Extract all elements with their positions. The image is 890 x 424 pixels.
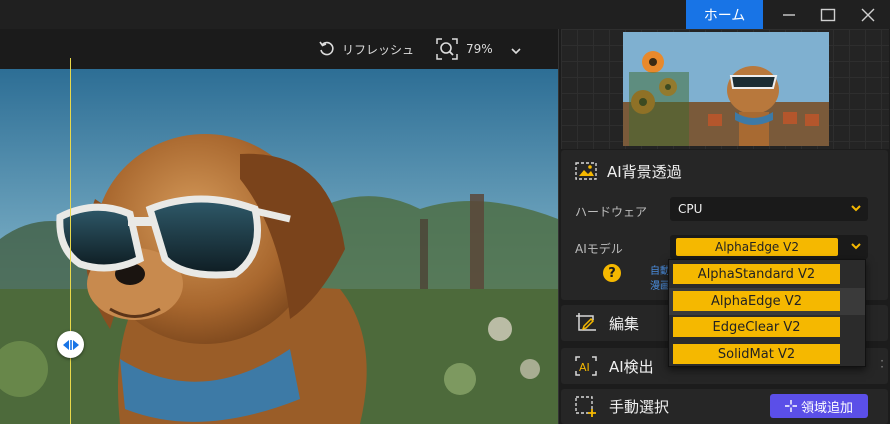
refresh-button[interactable]: リフレッシュ — [318, 35, 414, 63]
compare-handle[interactable] — [57, 331, 84, 358]
zoom-value: 79% — [466, 42, 493, 56]
svg-text:AI: AI — [579, 361, 590, 374]
add-region-label: 領域追加 — [800, 400, 853, 416]
crosshair-icon — [784, 400, 797, 412]
ai-model-label: AIモデル — [575, 242, 623, 256]
model-option-alphastandard[interactable]: AlphaStandard V2 — [673, 264, 840, 284]
ai-background-header[interactable]: AI背景透過 — [575, 158, 682, 184]
model-option-edgeclear[interactable]: EdgeClear V2 — [673, 317, 840, 337]
hardware-value: CPU — [678, 202, 703, 216]
manual-select-section-header[interactable]: 手動選択 領域追加 — [561, 389, 888, 424]
model-hint-line1[interactable]: 自動 — [650, 262, 670, 277]
chevron-down-icon — [851, 205, 861, 212]
edit-label: 編集 — [609, 314, 640, 333]
model-hint-line2[interactable]: 漫画 — [650, 277, 670, 292]
split-arrows-icon — [62, 339, 79, 350]
hardware-label: ハードウェア — [575, 205, 648, 219]
refresh-label: リフレッシュ — [342, 42, 415, 57]
zoom-icon — [436, 38, 458, 60]
zoom-control[interactable]: 79% — [436, 35, 493, 63]
model-option-alphaedge[interactable]: AlphaEdge V2 — [673, 291, 840, 311]
ai-model-value: AlphaEdge V2 — [676, 238, 838, 256]
canvas-toolbar: リフレッシュ 79% — [0, 29, 558, 69]
preview-area — [561, 29, 889, 149]
edit-icon — [576, 313, 596, 331]
add-region-button[interactable]: 領域追加 — [770, 394, 868, 418]
compare-split-line[interactable] — [70, 58, 71, 424]
minimize-icon[interactable] — [769, 0, 809, 29]
ai-detect-icon: AI — [575, 356, 597, 376]
dog-photo — [0, 69, 558, 424]
ai-image-icon — [575, 162, 597, 180]
chevron-down-icon — [851, 243, 861, 250]
image-canvas[interactable] — [0, 69, 558, 424]
ai-model-dropdown: AlphaStandard V2 AlphaEdge V2 EdgeClear … — [668, 259, 866, 367]
chevron-down-icon[interactable] — [510, 41, 522, 60]
close-icon[interactable] — [848, 0, 888, 29]
hardware-select[interactable]: CPU — [670, 197, 868, 221]
ai-model-select[interactable]: AlphaEdge V2 — [670, 235, 868, 259]
ai-detect-label: AI検出 — [609, 357, 654, 376]
home-button[interactable]: ホーム — [686, 0, 763, 29]
model-option-solidmat[interactable]: SolidMat V2 — [673, 344, 840, 364]
manual-select-icon — [575, 395, 596, 417]
preview-thumbnail[interactable] — [623, 32, 829, 146]
refresh-icon — [319, 41, 334, 56]
help-icon[interactable]: ? — [603, 264, 621, 282]
maximize-icon[interactable] — [808, 0, 848, 29]
title-bar: ホーム — [0, 0, 890, 29]
more-icon[interactable]: · · — [880, 355, 884, 373]
ai-background-title: AI背景透過 — [607, 162, 682, 181]
manual-select-label: 手動選択 — [609, 398, 670, 416]
